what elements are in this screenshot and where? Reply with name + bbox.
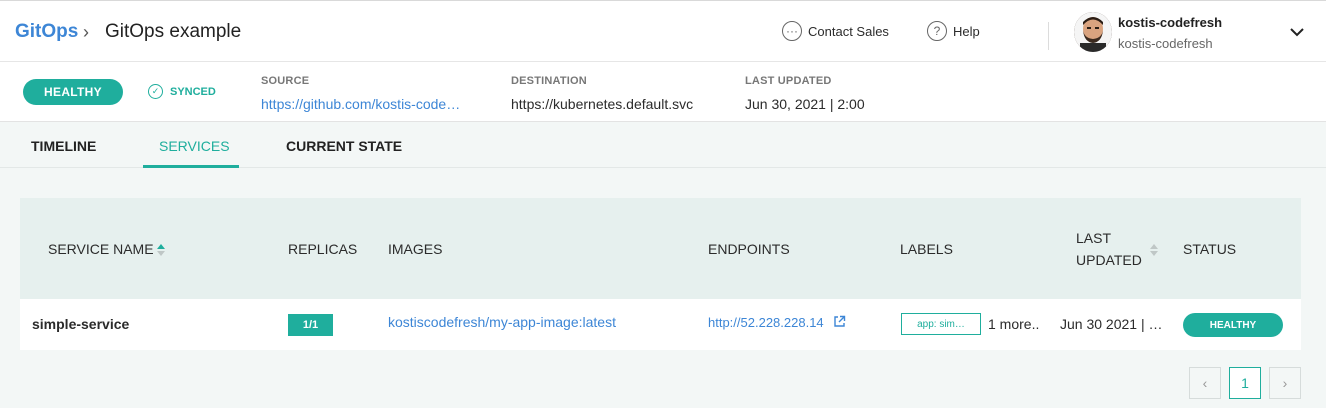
avatar[interactable] <box>1074 12 1112 52</box>
table-row[interactable]: simple-service 1/1 kostiscodefresh/my-ap… <box>20 299 1301 350</box>
breadcrumb-separator: › <box>83 22 89 42</box>
source-link[interactable]: https://github.com/kostis-code… <box>261 96 460 112</box>
column-header-status: STATUS <box>1183 241 1237 257</box>
contact-sales-button[interactable]: ··· Contact Sales <box>782 21 889 41</box>
app-summary-bar: HEALTHY ✓ SYNCED SOURCE https://github.c… <box>0 62 1326 122</box>
health-status-badge: HEALTHY <box>23 79 123 105</box>
more-labels-link[interactable]: 1 more.. <box>988 316 1039 332</box>
last-updated-value: Jun 30, 2021 | 2:00 <box>745 96 865 112</box>
tab-services[interactable]: SERVICES <box>159 138 230 154</box>
tab-timeline[interactable]: TIMELINE <box>31 138 96 154</box>
column-header-service-name[interactable]: SERVICE NAME <box>48 241 154 257</box>
column-header-replicas: REPLICAS <box>288 241 358 257</box>
pagination-next-button[interactable]: › <box>1269 367 1301 399</box>
top-header: GitOps › GitOps example ··· Contact Sale… <box>0 0 1326 62</box>
image-link[interactable]: kostiscodefresh/my-app-image:latest <box>388 314 616 330</box>
help-label: Help <box>953 23 980 39</box>
active-tab-indicator <box>143 165 239 168</box>
sync-status-label: SYNCED <box>170 85 216 98</box>
user-name: kostis-codefresh <box>1118 15 1223 30</box>
breadcrumb-gitops-link[interactable]: GitOps <box>15 21 78 43</box>
page-title: GitOps example <box>105 21 242 42</box>
status-badge: HEALTHY <box>1183 313 1283 337</box>
endpoint-link[interactable]: http://52.228.228.14 <box>708 315 824 330</box>
external-link-icon[interactable] <box>833 315 846 328</box>
column-header-endpoints: ENDPOINTS <box>708 241 790 257</box>
check-circle-icon: ✓ <box>148 84 163 99</box>
column-header-images: IMAGES <box>388 241 443 257</box>
help-icon: ? <box>927 21 947 41</box>
destination-value: https://kubernetes.default.svc <box>511 96 694 112</box>
column-header-last-updated-line1[interactable]: LAST <box>1076 230 1111 246</box>
header-divider <box>1048 22 1049 50</box>
help-button[interactable]: ? Help <box>927 21 980 41</box>
service-name-cell[interactable]: simple-service <box>32 316 129 332</box>
user-org: kostis-codefresh <box>1118 36 1213 51</box>
chevron-down-icon[interactable] <box>1288 23 1306 41</box>
source-label: SOURCE <box>261 75 310 87</box>
tab-current-state[interactable]: CURRENT STATE <box>286 138 402 154</box>
table-header: SERVICE NAME REPLICAS IMAGES ENDPOINTS L… <box>20 198 1301 299</box>
destination-label: DESTINATION <box>511 75 587 87</box>
last-updated-cell: Jun 30 2021 | … <box>1060 316 1163 332</box>
services-table: SERVICE NAME REPLICAS IMAGES ENDPOINTS L… <box>20 198 1301 350</box>
pagination-page-1[interactable]: 1 <box>1229 367 1261 399</box>
tab-bar: TIMELINE SERVICES CURRENT STATE <box>0 122 1326 168</box>
column-header-labels: LABELS <box>900 241 953 257</box>
replicas-badge: 1/1 <box>288 314 333 336</box>
last-updated-label: LAST UPDATED <box>745 75 832 87</box>
sync-status: ✓ SYNCED <box>148 84 216 99</box>
sort-last-updated-icon[interactable] <box>1150 244 1158 256</box>
chat-icon: ··· <box>782 21 802 41</box>
column-header-last-updated-line2[interactable]: UPDATED <box>1076 252 1142 268</box>
label-chip[interactable]: app: sim… <box>901 313 981 335</box>
sort-service-name-icon[interactable] <box>157 244 165 256</box>
pagination-prev-button[interactable]: ‹ <box>1189 367 1221 399</box>
contact-sales-label: Contact Sales <box>808 23 889 39</box>
